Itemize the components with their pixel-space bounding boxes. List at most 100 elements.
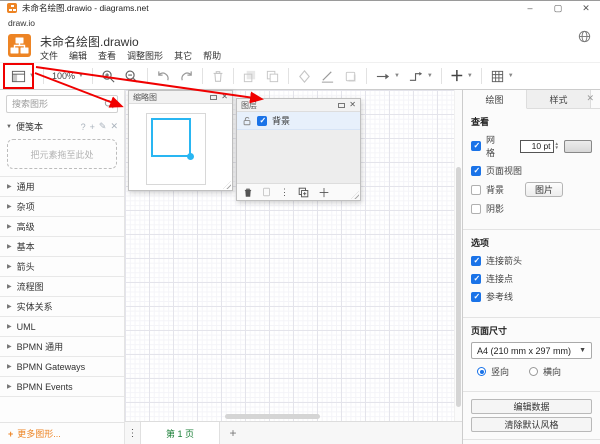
page-view-checkbox[interactable] (471, 165, 481, 176)
sidebar-section-uml[interactable]: ▶ UML (0, 317, 124, 337)
duplicate-layer-icon[interactable] (298, 187, 309, 198)
unlock-icon (243, 116, 251, 125)
sidebar-section-basic[interactable]: ▶ 基本 (0, 237, 124, 257)
page-view-label: 页面视图 (486, 166, 523, 176)
layers-panel-titlebar[interactable]: 图层 ✕ (237, 99, 360, 112)
horizontal-scrollbar[interactable] (225, 414, 320, 419)
scratchpad-edit-icon[interactable]: ✎ (99, 121, 107, 132)
search-shapes-input[interactable] (6, 95, 118, 113)
scratchpad-add-icon[interactable]: + (90, 122, 95, 132)
chevron-right-icon: ▶ (7, 364, 12, 370)
maximize-button[interactable]: ▢ (544, 1, 572, 16)
connection-points-checkbox[interactable] (471, 273, 481, 284)
outline-panel[interactable]: 缩略图 ✕ (128, 90, 233, 191)
menu-help[interactable]: 帮助 (203, 49, 221, 62)
grid-checkbox[interactable] (471, 141, 481, 151)
add-page-button[interactable]: + (220, 422, 246, 444)
scratchpad-drop-area[interactable]: 把元素拖至此处 (7, 139, 117, 169)
tab-style[interactable]: 样式 (527, 90, 591, 109)
to-front-button[interactable] (238, 65, 261, 87)
minimize-button[interactable]: – (516, 1, 544, 16)
tab-diagram[interactable]: 绘图 (463, 90, 527, 109)
chevron-down-icon: ▼ (426, 73, 433, 79)
clear-default-style-button[interactable]: 清除默认风格 (471, 417, 592, 432)
close-format-panel-icon[interactable]: ✕ (586, 93, 594, 104)
background-image-button[interactable]: 图片 (525, 182, 564, 197)
menu-extras[interactable]: 其它 (174, 49, 192, 62)
sidebar-section-bpmn-events[interactable]: ▶ BPMN Events (0, 377, 124, 397)
chevron-down-icon: ▼ (393, 73, 400, 79)
line-color-button[interactable] (316, 65, 339, 87)
outline-panel-titlebar[interactable]: 缩略图 ✕ (129, 91, 232, 104)
outline-viewport-rect[interactable] (151, 118, 191, 157)
portrait-radio[interactable] (477, 367, 486, 376)
menu-arrange[interactable]: 调整图形 (127, 49, 163, 62)
delete-button[interactable] (207, 65, 229, 87)
menu-edit[interactable]: 编辑 (69, 49, 87, 62)
sidebar-section-bpmn-general[interactable]: ▶ BPMN 通用 (0, 337, 124, 357)
resize-grip-icon[interactable] (351, 191, 359, 199)
chevron-right-icon: ▶ (7, 384, 12, 390)
vertical-scrollbar[interactable] (456, 167, 461, 407)
page-size-select[interactable]: A4 (210 mm x 297 mm) ▼ (471, 342, 592, 359)
table-dropdown[interactable]: ▼ (486, 65, 518, 87)
scratchpad-close-icon[interactable]: ✕ (110, 121, 118, 132)
more-shapes-button[interactable]: + 更多图形... (0, 422, 124, 444)
insert-dropdown[interactable]: ＋ ▼ (446, 65, 477, 87)
close-button[interactable]: ✕ (572, 1, 600, 16)
grid-color-button[interactable] (564, 139, 592, 153)
connection-arrows-checkbox[interactable] (471, 255, 481, 266)
toggle-panels-button[interactable]: ▼ (7, 65, 39, 87)
shadow-button[interactable] (339, 65, 362, 87)
canvas-area[interactable]: 缩略图 ✕ 图层 ✕ 背景 (125, 90, 462, 444)
resize-grip-icon[interactable] (223, 181, 231, 189)
layer-row-background[interactable]: 背景 (237, 112, 360, 130)
minimize-panel-icon[interactable] (210, 94, 218, 100)
connection-style-dropdown[interactable]: ▼ (371, 65, 404, 87)
zoom-in-button[interactable] (97, 65, 120, 87)
undo-button[interactable] (152, 65, 175, 87)
menu-file[interactable]: 文件 (40, 49, 58, 62)
page-tabs-bar: ⋮ 第 1 页 + (125, 421, 462, 444)
sidebar-section-er[interactable]: ▶ 实体关系 (0, 297, 124, 317)
outline-viewport-handle[interactable] (187, 153, 194, 160)
page-tab-1[interactable]: 第 1 页 (140, 422, 220, 444)
edit-layer-icon[interactable] (262, 187, 271, 197)
sidebar-section-arrows[interactable]: ▶ 箭头 (0, 257, 124, 277)
scratchpad-header[interactable]: ▼ 便笺本 ? + ✎ ✕ (0, 117, 124, 136)
grid-label: 网格 (486, 135, 496, 158)
menu-view[interactable]: 查看 (98, 49, 116, 62)
add-layer-icon[interactable]: ＋ (318, 184, 330, 201)
sidebar-section-advanced[interactable]: ▶ 高级 (0, 217, 124, 237)
outline-preview[interactable] (129, 104, 232, 190)
background-checkbox[interactable] (471, 184, 481, 195)
layer-menu-icon[interactable]: ⋮ (280, 187, 289, 198)
grid-size-stepper[interactable]: ▲ ▼ (555, 141, 559, 151)
zoom-level-dropdown[interactable]: 100% ▼ (48, 65, 88, 87)
shapes-sidebar: ▼ 便笺本 ? + ✎ ✕ 把元素拖至此处 ▶通用 ▶杂项 ▶高级 ▶基本 ▶箭… (0, 90, 125, 444)
language-globe-icon[interactable] (578, 30, 591, 45)
landscape-radio[interactable] (529, 367, 539, 376)
close-panel-icon[interactable]: ✕ (221, 93, 228, 101)
fill-color-button[interactable] (293, 65, 316, 87)
close-panel-icon[interactable]: ✕ (349, 101, 356, 109)
sidebar-section-misc[interactable]: ▶ 杂项 (0, 197, 124, 217)
layer-visible-checkbox[interactable] (257, 115, 267, 126)
layers-panel[interactable]: 图层 ✕ 背景 ⋮ ＋ (236, 98, 361, 201)
redo-button[interactable] (175, 65, 198, 87)
page-size-value: A4 (210 mm x 297 mm) (477, 345, 572, 356)
grid-size-input[interactable]: 10 pt (519, 139, 554, 153)
waypoint-style-dropdown[interactable]: ▼ (404, 65, 437, 87)
pages-menu-icon[interactable]: ⋮ (125, 422, 140, 444)
scratchpad-help-icon[interactable]: ? (81, 122, 86, 132)
guides-checkbox[interactable] (471, 291, 481, 302)
sidebar-section-bpmn-gateways[interactable]: ▶ BPMN Gateways (0, 357, 124, 377)
sidebar-section-flowchart[interactable]: ▶ 流程图 (0, 277, 124, 297)
minimize-panel-icon[interactable] (338, 102, 346, 108)
edit-data-button[interactable]: 编辑数据 (471, 399, 592, 414)
shadow-checkbox[interactable] (471, 203, 481, 214)
delete-layer-icon[interactable] (243, 187, 253, 198)
zoom-out-button[interactable] (120, 65, 143, 87)
sidebar-section-general[interactable]: ▶ 通用 (0, 177, 124, 197)
to-back-button[interactable] (261, 65, 284, 87)
